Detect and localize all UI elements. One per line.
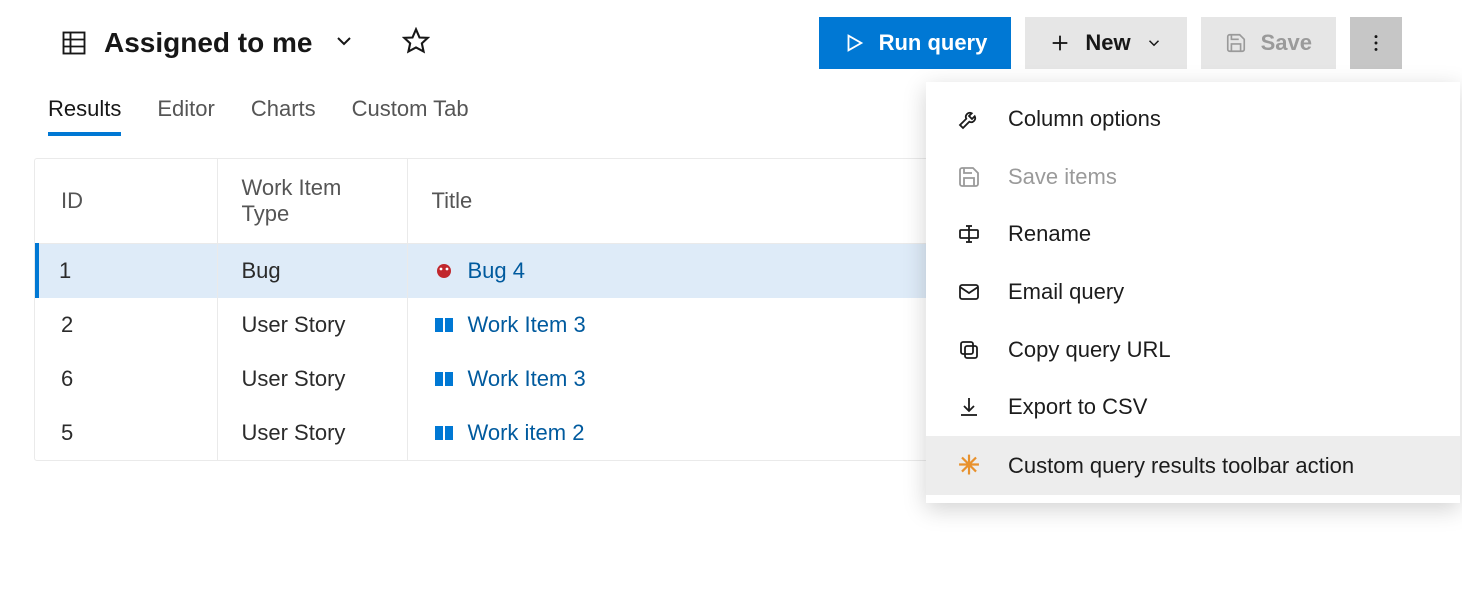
menu-item-label: Email query xyxy=(1008,277,1430,307)
menu-item-wrench[interactable]: Column options xyxy=(926,90,1460,148)
menu-item-label: Rename xyxy=(1008,219,1430,249)
save-icon xyxy=(956,165,982,189)
menu-item-label: Copy query URL xyxy=(1008,335,1430,365)
plus-icon xyxy=(1049,32,1071,54)
save-label: Save xyxy=(1261,30,1312,56)
cell-type: User Story xyxy=(217,406,407,460)
kebab-icon xyxy=(1365,32,1387,54)
page-header: Assigned to me Run query New xyxy=(0,0,1462,72)
more-actions-button[interactable] xyxy=(1350,17,1402,69)
menu-item-save: Save items xyxy=(926,148,1460,206)
more-actions-menu: Column options Save items Rename Email quer… xyxy=(926,82,1460,503)
cell-id: 6 xyxy=(37,352,217,406)
cell-type: User Story xyxy=(217,298,407,352)
tab-charts[interactable]: Charts xyxy=(251,96,316,136)
menu-item-copy[interactable]: Copy query URL xyxy=(926,321,1460,379)
menu-item-asterisk[interactable]: ✳ Custom query results toolbar action xyxy=(926,436,1460,495)
menu-item-mail[interactable]: Email query xyxy=(926,263,1460,321)
play-icon xyxy=(843,32,865,54)
favorite-star-icon[interactable] xyxy=(402,27,430,60)
mail-icon xyxy=(956,280,982,304)
save-button: Save xyxy=(1201,17,1336,69)
work-item-link[interactable]: Work Item 3 xyxy=(468,366,586,392)
query-list-icon[interactable] xyxy=(60,29,88,57)
cell-id: 2 xyxy=(37,298,217,352)
menu-item-label: Save items xyxy=(1008,162,1430,192)
header-left: Assigned to me xyxy=(60,27,819,60)
rename-icon xyxy=(956,222,982,246)
work-item-link[interactable]: Work Item 3 xyxy=(468,312,586,338)
work-item-link[interactable]: Bug 4 xyxy=(468,258,526,284)
work-item-link[interactable]: Work item 2 xyxy=(468,420,585,446)
tab-editor[interactable]: Editor xyxy=(157,96,214,136)
menu-item-label: Export to CSV xyxy=(1008,392,1430,422)
copy-icon xyxy=(956,338,982,362)
story-icon xyxy=(432,367,456,391)
chevron-down-icon[interactable] xyxy=(332,29,356,58)
col-type[interactable]: Work Item Type xyxy=(217,159,407,244)
wrench-icon xyxy=(956,107,982,131)
tab-custom[interactable]: Custom Tab xyxy=(352,96,469,136)
menu-item-rename[interactable]: Rename xyxy=(926,205,1460,263)
download-icon xyxy=(956,395,982,419)
chevron-down-icon xyxy=(1145,34,1163,52)
run-query-label: Run query xyxy=(879,30,988,56)
toolbar: Run query New Save xyxy=(819,17,1402,69)
menu-item-download[interactable]: Export to CSV xyxy=(926,378,1460,436)
story-icon xyxy=(432,313,456,337)
menu-item-label: Custom query results toolbar action xyxy=(1008,451,1430,481)
bug-icon xyxy=(432,259,456,283)
cell-type: Bug xyxy=(217,244,407,299)
col-id[interactable]: ID xyxy=(37,159,217,244)
run-query-button[interactable]: Run query xyxy=(819,17,1012,69)
save-icon xyxy=(1225,32,1247,54)
cell-type: User Story xyxy=(217,352,407,406)
tab-results[interactable]: Results xyxy=(48,96,121,136)
cell-id: 1 xyxy=(37,244,217,299)
new-label: New xyxy=(1085,30,1130,56)
story-icon xyxy=(432,421,456,445)
cell-id: 5 xyxy=(37,406,217,460)
new-button[interactable]: New xyxy=(1025,17,1186,69)
asterisk-icon: ✳ xyxy=(956,450,982,481)
page-title: Assigned to me xyxy=(104,27,312,59)
menu-item-label: Column options xyxy=(1008,104,1430,134)
